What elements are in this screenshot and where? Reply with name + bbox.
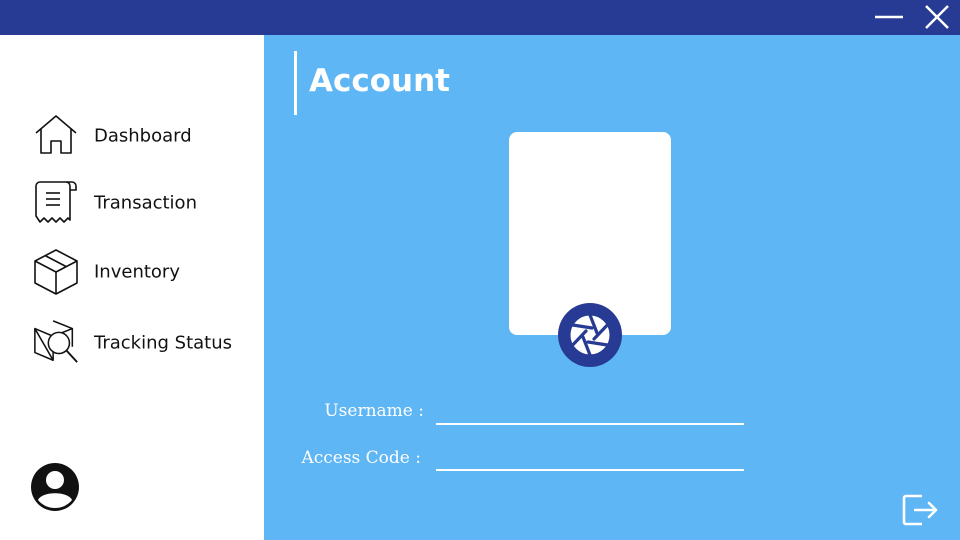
page-title: Account xyxy=(309,63,450,99)
sidebar: Dashboard Transaction Inventory Tracking… xyxy=(0,35,264,540)
sidebar-item-inventory[interactable]: Inventory xyxy=(32,247,252,297)
box-icon xyxy=(34,249,78,295)
logout-button[interactable] xyxy=(900,490,940,530)
upload-photo-button[interactable] xyxy=(557,302,623,368)
title-bar xyxy=(0,0,960,35)
user-avatar-icon xyxy=(31,463,79,511)
home-icon xyxy=(35,115,77,154)
minimize-icon xyxy=(875,15,903,19)
close-icon xyxy=(925,5,949,29)
sidebar-item-transaction[interactable]: Transaction xyxy=(32,178,252,228)
close-button[interactable] xyxy=(922,2,952,32)
sidebar-item-dashboard[interactable]: Dashboard xyxy=(32,111,252,161)
sidebar-item-label: Dashboard xyxy=(94,125,192,147)
access-code-label: Access Code : xyxy=(301,448,421,468)
sidebar-item-label: Inventory xyxy=(94,261,180,283)
sidebar-item-tracking-status[interactable]: Tracking Status xyxy=(32,318,252,368)
package-search-icon xyxy=(34,320,78,363)
receipt-icon xyxy=(35,181,77,223)
user-avatar[interactable] xyxy=(30,462,80,512)
camera-shutter-icon xyxy=(558,303,622,367)
title-accent-line xyxy=(294,51,297,115)
username-label: Username : xyxy=(324,401,424,421)
logout-icon xyxy=(902,494,938,526)
sidebar-item-label: Tracking Status xyxy=(94,332,233,354)
minimize-button[interactable] xyxy=(874,2,904,32)
sidebar-item-label: Transaction xyxy=(94,192,197,214)
access-code-field[interactable] xyxy=(436,443,744,471)
username-field[interactable] xyxy=(436,397,744,425)
account-panel: Account Username : Access Code : xyxy=(264,35,960,540)
